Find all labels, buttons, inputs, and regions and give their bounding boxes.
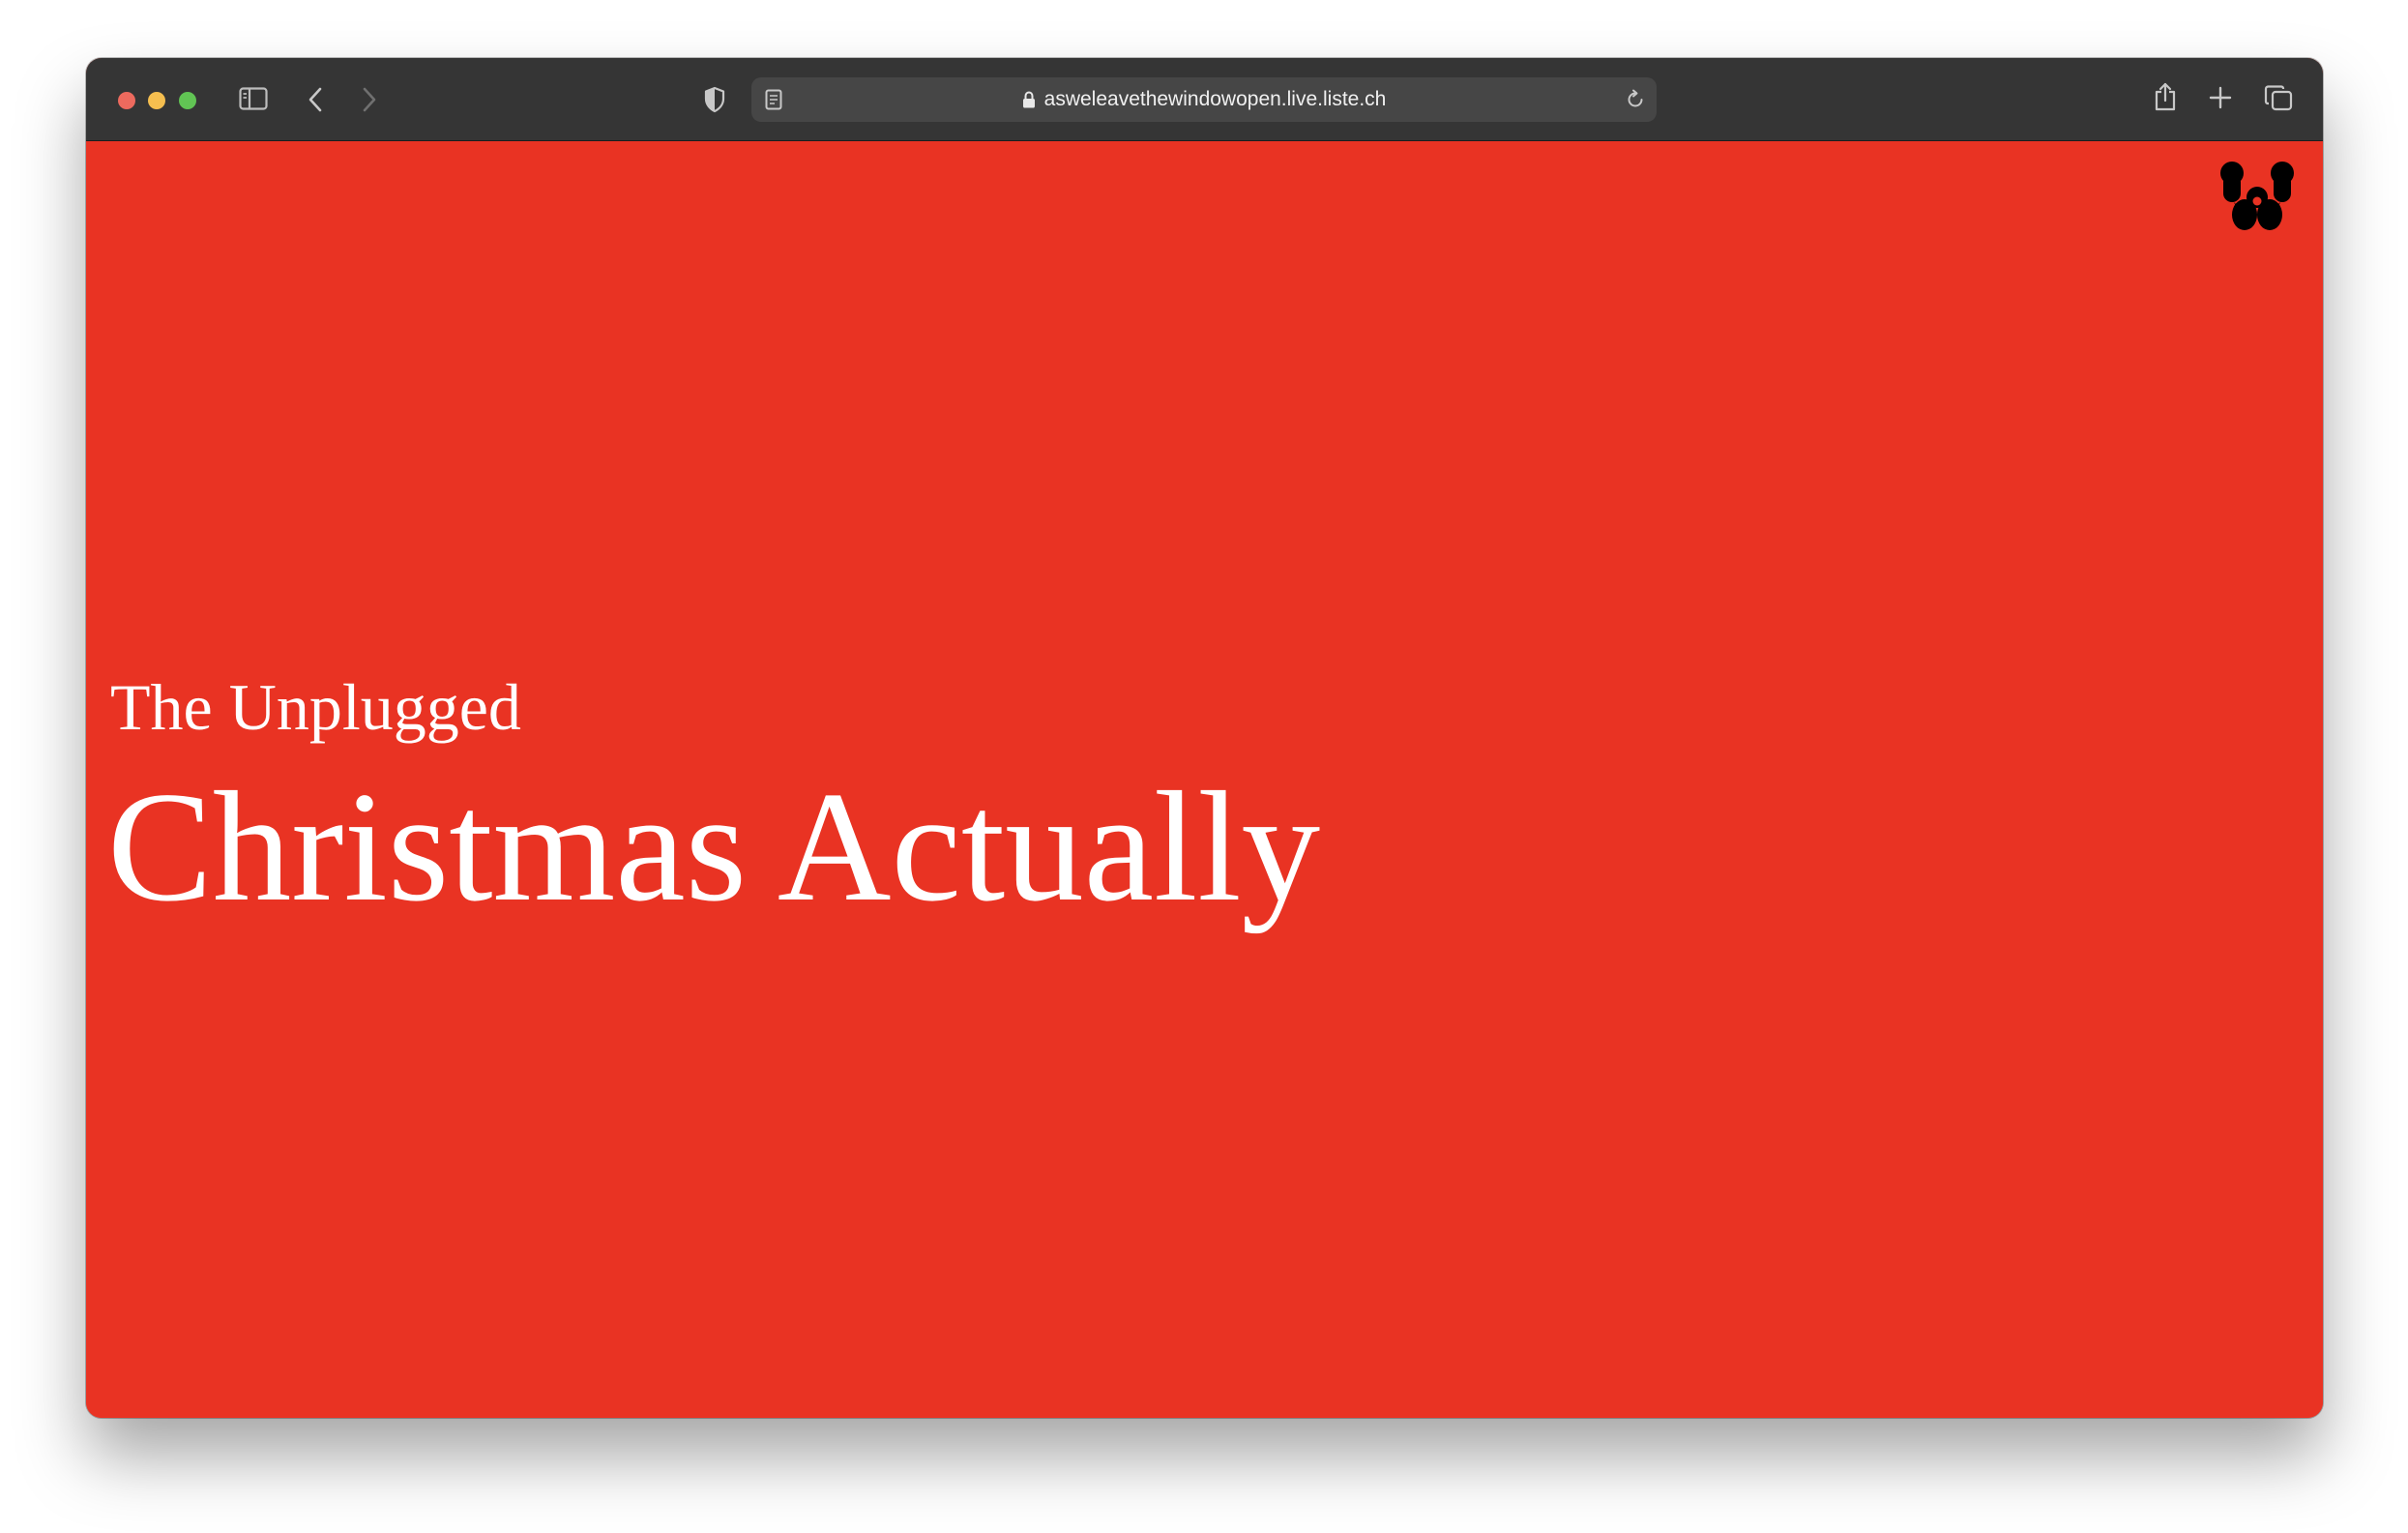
page-title: Christmas Actually bbox=[107, 760, 1321, 934]
web-page: The Unplugged Christmas Actually bbox=[86, 142, 2323, 1418]
plus-icon[interactable] bbox=[2207, 84, 2234, 111]
address-bar[interactable]: asweleavethewindowopen.live.liste.ch bbox=[751, 77, 1657, 122]
browser-window: asweleavethewindowopen.live.liste.ch The… bbox=[86, 58, 2323, 1418]
page-subtitle: The Unplugged bbox=[110, 670, 521, 744]
shield-icon[interactable] bbox=[701, 84, 728, 115]
lock-icon bbox=[1022, 91, 1036, 108]
url-text: asweleavethewindowopen.live.liste.ch bbox=[1043, 88, 1387, 110]
reload-icon[interactable] bbox=[1624, 88, 1647, 111]
share-icon[interactable] bbox=[2152, 79, 2179, 114]
chevron-left-icon[interactable] bbox=[303, 85, 328, 114]
close-window-button[interactable] bbox=[118, 92, 135, 109]
maximize-window-button[interactable] bbox=[179, 92, 196, 109]
tabs-overview-icon[interactable] bbox=[2263, 83, 2294, 112]
url-display[interactable]: asweleavethewindowopen.live.liste.ch bbox=[751, 77, 1657, 122]
browser-toolbar: asweleavethewindowopen.live.liste.ch bbox=[86, 58, 2323, 141]
chevron-right-icon[interactable] bbox=[357, 85, 382, 114]
w-logo-icon[interactable] bbox=[2218, 159, 2296, 232]
sidebar-icon[interactable] bbox=[238, 85, 269, 112]
minimize-window-button[interactable] bbox=[148, 92, 165, 109]
